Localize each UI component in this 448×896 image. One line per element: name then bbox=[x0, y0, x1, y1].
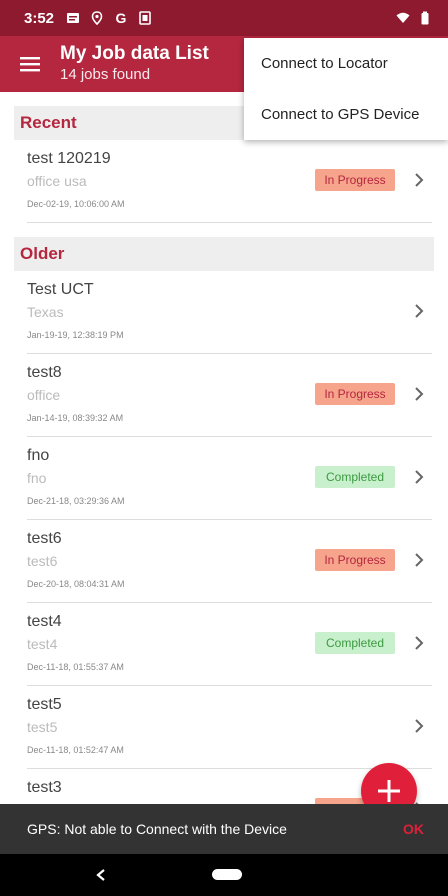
job-name: test8 bbox=[27, 364, 62, 381]
job-date: Dec-11-18, 01:52:47 AM bbox=[27, 745, 124, 755]
job-date: Jan-19-19, 12:38:19 PM bbox=[27, 330, 124, 340]
svg-text:G: G bbox=[116, 11, 127, 25]
job-location: test5 bbox=[27, 719, 58, 735]
wifi-icon bbox=[396, 12, 410, 23]
chevron-right-icon[interactable] bbox=[412, 171, 426, 189]
navigation-bar bbox=[0, 854, 448, 896]
chevron-right-icon[interactable] bbox=[412, 551, 426, 569]
job-row[interactable]: Test UCT Texas Jan-19-19, 12:38:19 PM bbox=[27, 271, 432, 354]
snackbar-message: GPS: Not able to Connect with the Device bbox=[27, 821, 287, 837]
job-name: test3 bbox=[27, 779, 62, 796]
job-row[interactable]: test8 office Jan-14-19, 08:39:32 AM In Prog… bbox=[27, 354, 432, 437]
message-icon bbox=[67, 13, 80, 23]
back-icon[interactable] bbox=[95, 868, 107, 882]
menu-item-connect-gps[interactable]: Connect to GPS Device bbox=[244, 89, 448, 140]
job-name: test 120219 bbox=[27, 150, 111, 167]
job-location: test6 bbox=[27, 553, 58, 569]
menu-item-connect-locator[interactable]: Connect to Locator bbox=[244, 38, 448, 89]
job-row[interactable]: test 120219 office usa Dec-02-19, 10:06:00… bbox=[27, 140, 432, 223]
status-badge: Completed bbox=[315, 632, 395, 654]
chevron-right-icon[interactable] bbox=[412, 385, 426, 403]
job-location: fno bbox=[27, 470, 47, 486]
chevron-right-icon[interactable] bbox=[412, 468, 426, 486]
job-count: 14 jobs found bbox=[60, 66, 151, 83]
job-row[interactable]: test6 test6 Dec-20-18, 08:04:31 AM In Progr… bbox=[27, 520, 432, 603]
job-date: Dec-20-18, 08:04:31 AM bbox=[27, 579, 125, 589]
status-time: 3:52 bbox=[24, 9, 55, 27]
job-name: test6 bbox=[27, 530, 62, 547]
plus-icon bbox=[378, 780, 400, 802]
job-row[interactable]: test4 test4 Dec-11-18, 01:55:37 AM Complete… bbox=[27, 603, 432, 686]
chevron-right-icon[interactable] bbox=[412, 302, 426, 320]
job-row[interactable]: fno fno Dec-21-18, 03:29:36 AM Completed bbox=[27, 437, 432, 520]
job-date: Dec-21-18, 03:29:36 AM bbox=[27, 496, 125, 506]
job-date: Jan-14-19, 08:39:32 AM bbox=[27, 413, 124, 423]
location-icon bbox=[91, 11, 103, 25]
job-date: Dec-11-18, 01:55:37 AM bbox=[27, 662, 124, 672]
home-pill[interactable] bbox=[212, 869, 242, 880]
snackbar: GPS: Not able to Connect with the Device… bbox=[0, 804, 448, 854]
status-badge: Completed bbox=[315, 466, 395, 488]
battery-icon bbox=[421, 11, 429, 25]
snackbar-ok-button[interactable]: OK bbox=[403, 821, 424, 837]
job-name: fno bbox=[27, 447, 50, 464]
status-bar: 3:52 G bbox=[0, 0, 448, 36]
job-date: Dec-02-19, 10:06:00 AM bbox=[27, 199, 125, 209]
job-name: test4 bbox=[27, 613, 62, 630]
job-location: office usa bbox=[27, 173, 87, 189]
status-badge: In Progress bbox=[315, 383, 395, 405]
chevron-right-icon[interactable] bbox=[412, 717, 426, 735]
section-header: Older bbox=[14, 237, 434, 271]
job-name: Test UCT bbox=[27, 281, 94, 298]
screenshot-icon bbox=[139, 11, 151, 25]
job-list[interactable]: Recent test 120219 office usa Dec-02-19, 10… bbox=[0, 92, 448, 804]
status-badge: In Progress bbox=[315, 169, 395, 191]
hamburger-icon[interactable] bbox=[0, 36, 60, 92]
job-location: test4 bbox=[27, 636, 58, 652]
status-badge: In Progress bbox=[315, 549, 395, 571]
page-title: My Job data List bbox=[60, 43, 209, 64]
job-name: test5 bbox=[27, 696, 62, 713]
job-location: office bbox=[27, 387, 61, 403]
google-icon: G bbox=[116, 11, 127, 25]
chevron-right-icon[interactable] bbox=[412, 634, 426, 652]
job-row[interactable]: test5 test5 Dec-11-18, 01:52:47 AM bbox=[27, 686, 432, 769]
job-location: Texas bbox=[27, 304, 64, 320]
overflow-menu: Connect to Locator Connect to GPS Device bbox=[244, 38, 448, 140]
